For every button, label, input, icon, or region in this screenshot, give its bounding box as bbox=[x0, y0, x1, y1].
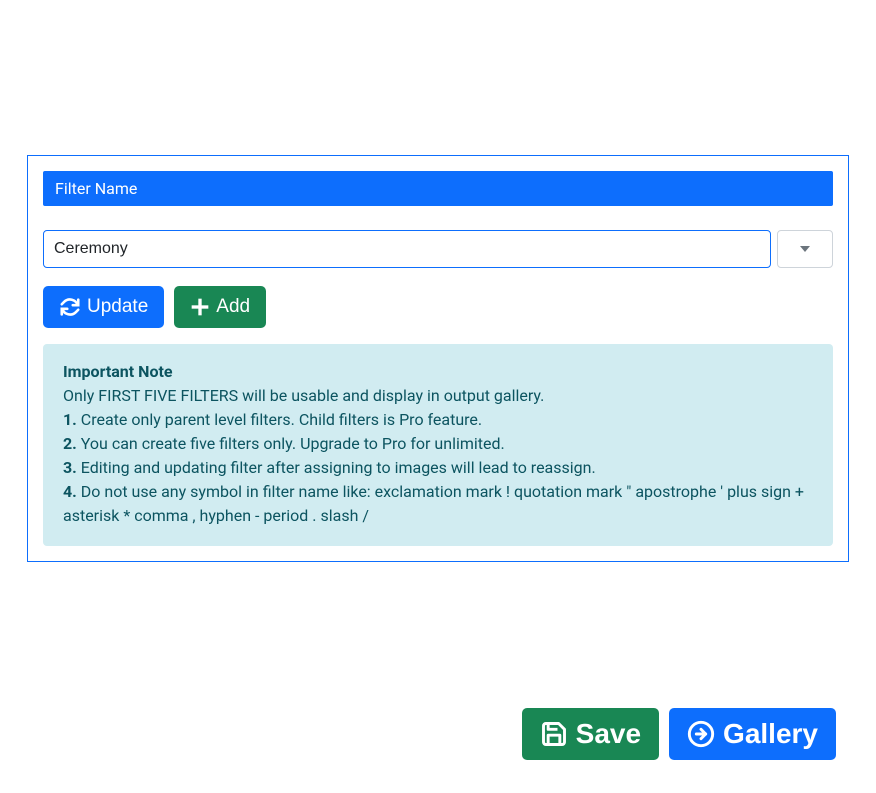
gallery-button-label: Gallery bbox=[723, 718, 818, 750]
filter-panel: Filter Name Update bbox=[27, 155, 849, 562]
filter-name-input[interactable] bbox=[43, 230, 771, 268]
update-button-label: Update bbox=[87, 296, 148, 318]
save-icon bbox=[540, 720, 568, 748]
note-title: Important Note bbox=[63, 362, 173, 381]
plus-icon bbox=[190, 297, 210, 317]
input-row bbox=[43, 230, 833, 268]
dropdown-toggle[interactable] bbox=[777, 230, 833, 268]
footer-buttons: Save Gallery bbox=[522, 708, 836, 760]
save-button-label: Save bbox=[576, 718, 641, 750]
add-button-label: Add bbox=[216, 296, 250, 318]
note-item-3: 3. Editing and updating filter after ass… bbox=[63, 456, 813, 480]
refresh-icon bbox=[59, 296, 81, 318]
button-row: Update Add bbox=[43, 286, 833, 328]
note-item-4: 4. Do not use any symbol in filter name … bbox=[63, 480, 813, 528]
note-item-1: 1. Create only parent level filters. Chi… bbox=[63, 408, 813, 432]
panel-title: Filter Name bbox=[55, 179, 137, 198]
arrow-right-circle-icon bbox=[687, 720, 715, 748]
save-button[interactable]: Save bbox=[522, 708, 659, 760]
add-button[interactable]: Add bbox=[174, 286, 266, 328]
caret-down-icon bbox=[800, 246, 810, 252]
note-intro: Only FIRST FIVE FILTERS will be usable a… bbox=[63, 384, 813, 408]
gallery-button[interactable]: Gallery bbox=[669, 708, 836, 760]
note-item-2: 2. You can create five filters only. Upg… bbox=[63, 432, 813, 456]
important-note: Important Note Only FIRST FIVE FILTERS w… bbox=[43, 344, 833, 546]
panel-header: Filter Name bbox=[43, 171, 833, 206]
update-button[interactable]: Update bbox=[43, 286, 164, 328]
